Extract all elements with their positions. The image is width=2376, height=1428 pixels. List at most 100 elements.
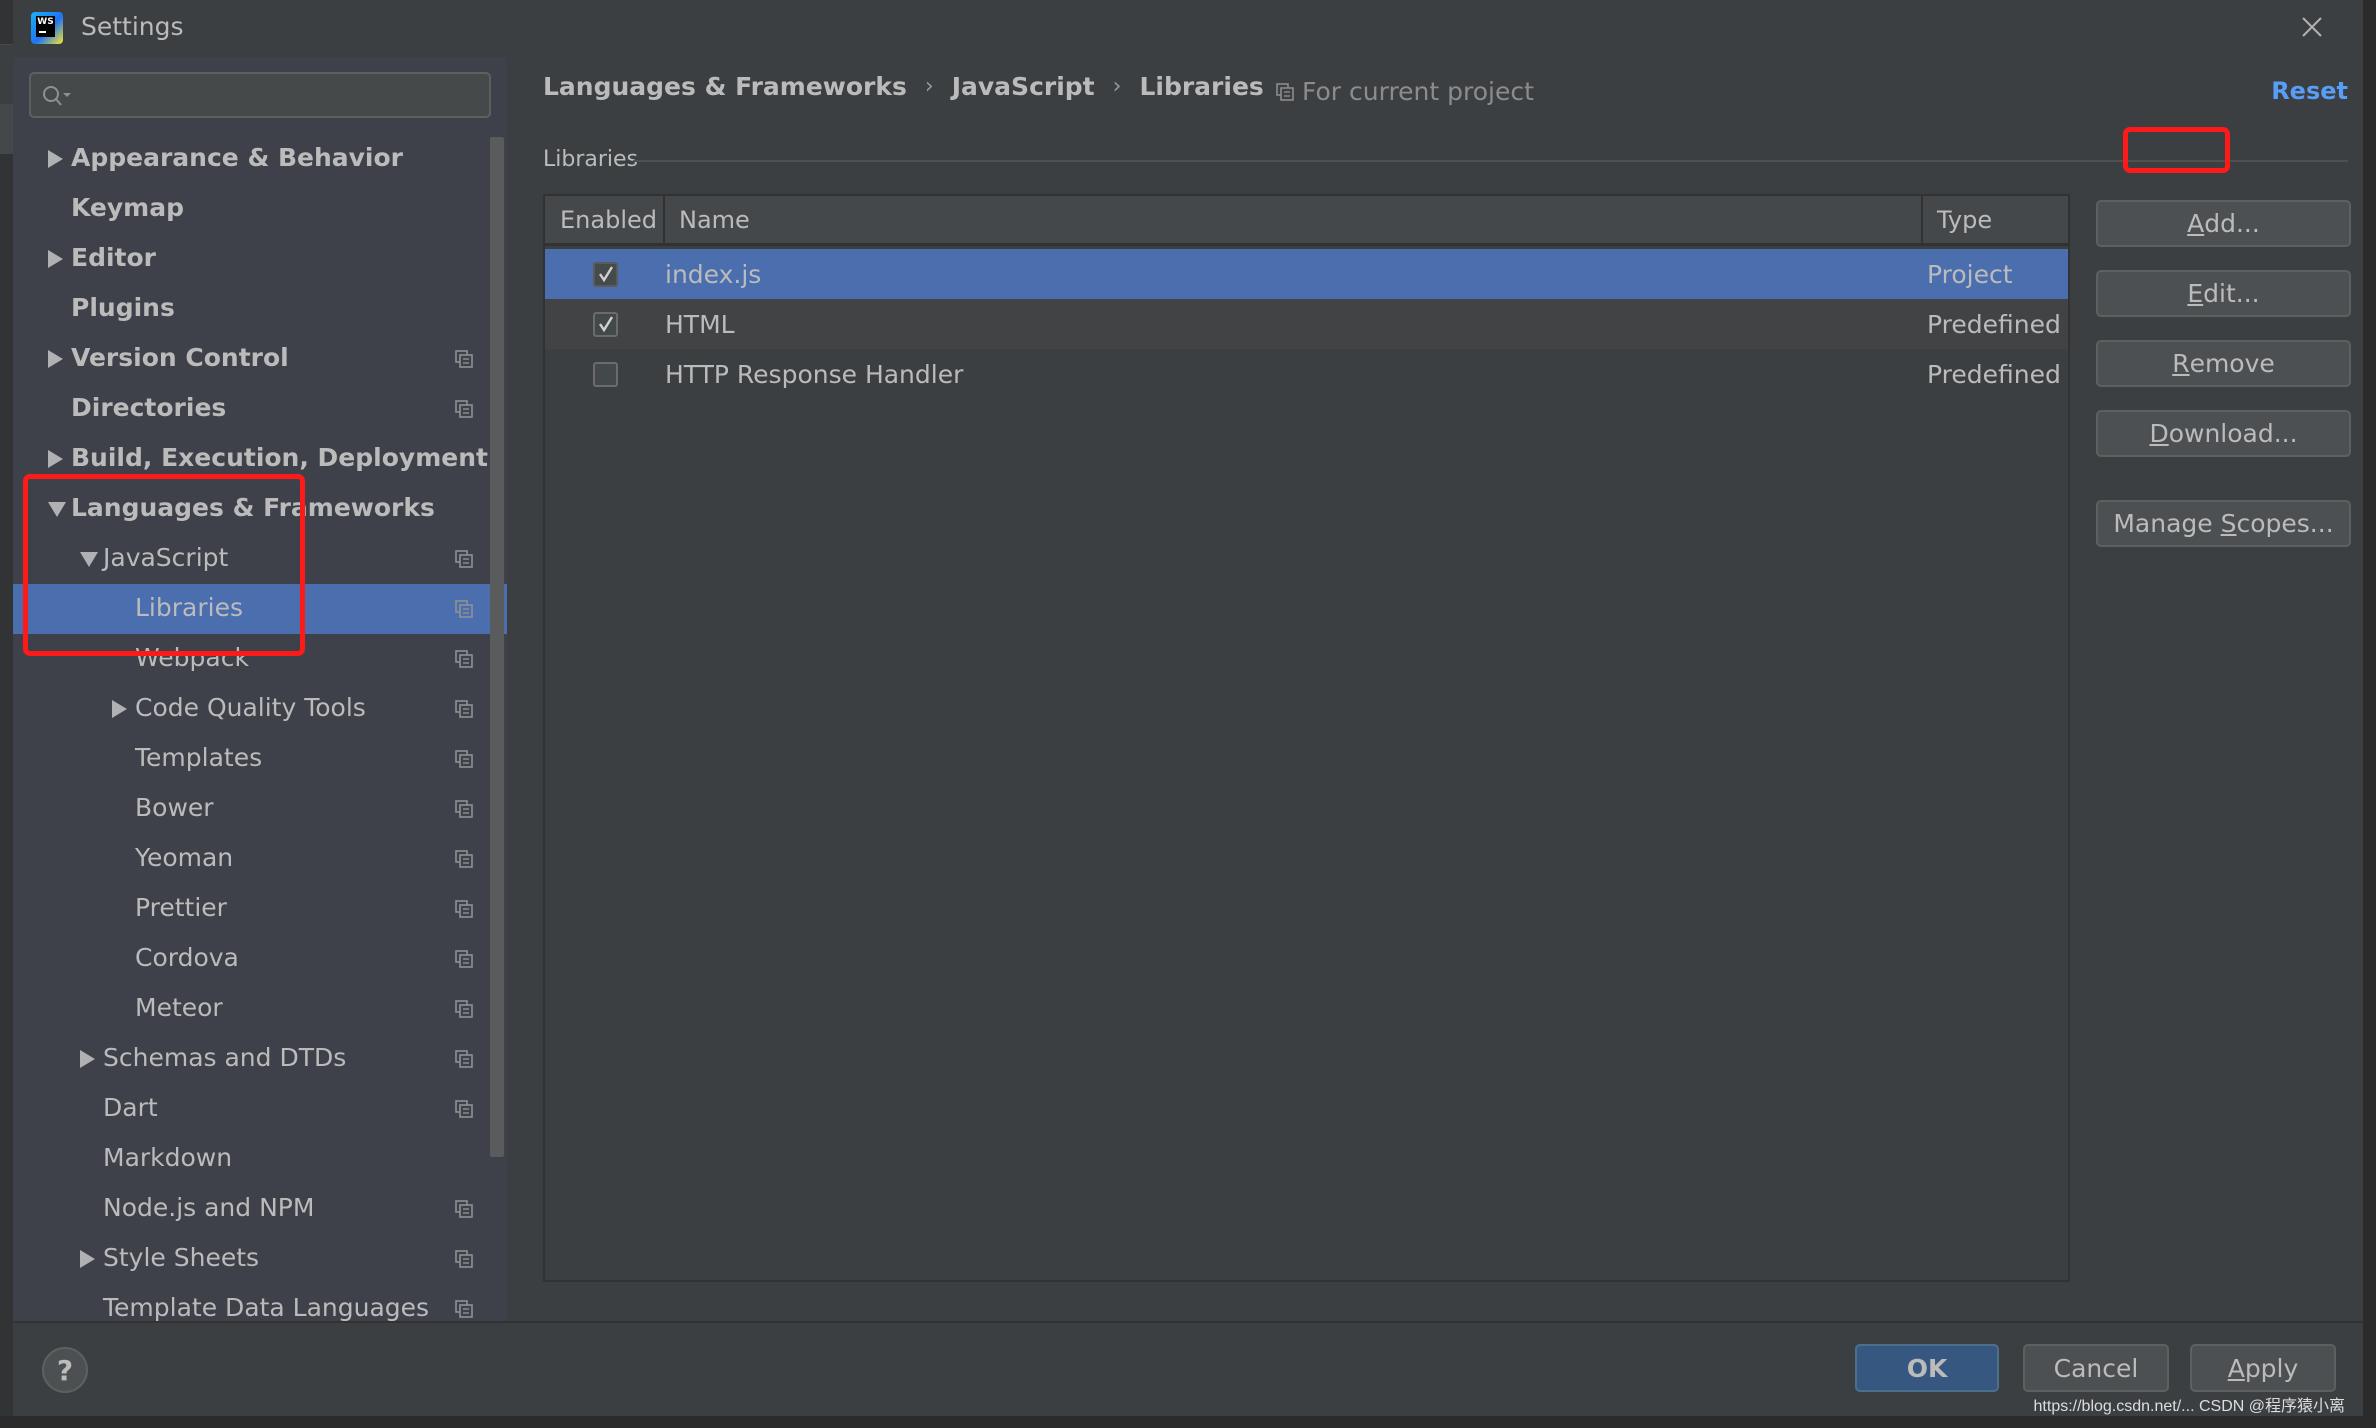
- button-label: ownload...: [2168, 419, 2298, 448]
- sidebar-item-label: Languages & Frameworks: [71, 493, 435, 522]
- sidebar-item-languages-frameworks[interactable]: Languages & Frameworks: [13, 484, 507, 534]
- sidebar-item-template-data-languages[interactable]: Template Data Languages: [13, 1284, 507, 1321]
- sidebar-item-cordova[interactable]: Cordova: [13, 934, 507, 984]
- sidebar-item-appearance-behavior[interactable]: Appearance & Behavior: [13, 134, 507, 184]
- chevron-right-icon[interactable]: [48, 350, 63, 368]
- apply-button[interactable]: Apply: [2190, 1344, 2336, 1392]
- sidebar-item-markdown[interactable]: Markdown: [13, 1134, 507, 1184]
- background-edge-tab: [0, 44, 14, 104]
- sidebar-item-webpack[interactable]: Webpack: [13, 634, 507, 684]
- sidebar-item-label: Schemas and DTDs: [103, 1043, 347, 1072]
- project-scope-icon: [455, 550, 473, 568]
- enabled-checkbox[interactable]: [592, 361, 618, 387]
- chevron-right-icon[interactable]: [112, 700, 127, 718]
- project-scope-icon: [455, 1250, 473, 1268]
- sidebar-item-label: Style Sheets: [103, 1243, 260, 1272]
- search-icon: [43, 86, 71, 106]
- enabled-checkbox[interactable]: [592, 261, 618, 287]
- window-title: Settings: [81, 12, 184, 41]
- table-row[interactable]: HTML Predefined: [545, 299, 2068, 349]
- sidebar-item-label: Markdown: [103, 1143, 233, 1172]
- section-divider: [633, 160, 2348, 162]
- apply-label: pply: [2244, 1353, 2299, 1383]
- sidebar-item-node-js-and-npm[interactable]: Node.js and NPM: [13, 1184, 507, 1234]
- sidebar-item-label: Build, Execution, Deployment: [71, 443, 488, 472]
- sidebar-item-yeoman[interactable]: Yeoman: [13, 834, 507, 884]
- chevron-right-icon[interactable]: [48, 150, 63, 168]
- scope-note: For current project: [1276, 77, 1534, 106]
- sidebar-item-label: Code Quality Tools: [135, 693, 366, 722]
- project-scope-icon: [455, 750, 473, 768]
- project-scope-icon: [455, 700, 473, 718]
- sidebar-item-build-execution-deployment[interactable]: Build, Execution, Deployment: [13, 434, 507, 484]
- checkmark-icon: [598, 265, 613, 282]
- column-header-type[interactable]: Type: [1923, 196, 2068, 243]
- sidebar-scrollbar[interactable]: [490, 137, 504, 1157]
- remove-button[interactable]: Remove: [2096, 340, 2351, 387]
- download-button[interactable]: Download...: [2096, 410, 2351, 457]
- annotation-box-add: [2123, 127, 2230, 173]
- table-row[interactable]: HTTP Response Handler Predefined: [545, 349, 2068, 399]
- scope-note-text: For current project: [1302, 77, 1534, 106]
- chevron-down-icon[interactable]: [48, 502, 66, 517]
- project-scope-icon: [455, 1200, 473, 1218]
- cancel-button[interactable]: Cancel: [2023, 1344, 2169, 1392]
- settings-search[interactable]: [29, 72, 491, 118]
- edit-button[interactable]: Edit...: [2096, 270, 2351, 317]
- chevron-right-icon[interactable]: [48, 450, 63, 468]
- ok-button[interactable]: OK: [1855, 1344, 1999, 1392]
- sidebar-item-directories[interactable]: Directories: [13, 384, 507, 434]
- table-row[interactable]: index.js Project: [545, 249, 2068, 299]
- help-button[interactable]: ?: [42, 1347, 88, 1393]
- button-mnemonic: S: [2220, 509, 2237, 538]
- button-label: copes...: [2236, 509, 2334, 538]
- sidebar-item-dart[interactable]: Dart: [13, 1084, 507, 1134]
- sidebar-item-code-quality-tools[interactable]: Code Quality Tools: [13, 684, 507, 734]
- project-scope-icon: [455, 1050, 473, 1068]
- sidebar-item-label: Directories: [71, 393, 227, 422]
- sidebar-item-style-sheets[interactable]: Style Sheets: [13, 1234, 507, 1284]
- chevron-down-icon[interactable]: [80, 552, 98, 567]
- sidebar-item-prettier[interactable]: Prettier: [13, 884, 507, 934]
- watermark: https://blog.csdn.net/... CSDN @程序猿小离: [2033, 1398, 2345, 1415]
- project-scope-icon: [1276, 82, 1294, 101]
- cell-name: HTTP Response Handler: [665, 359, 964, 389]
- chevron-right-icon[interactable]: [48, 250, 63, 268]
- project-scope-icon: [455, 350, 473, 368]
- project-scope-icon: [455, 800, 473, 818]
- reset-link[interactable]: Reset: [2271, 77, 2348, 105]
- close-button[interactable]: [2299, 14, 2325, 40]
- sidebar-item-version-control[interactable]: Version Control: [13, 334, 507, 384]
- sidebar-item-plugins[interactable]: Plugins: [13, 284, 507, 334]
- project-scope-icon: [455, 1300, 473, 1318]
- sidebar-item-meteor[interactable]: Meteor: [13, 984, 507, 1034]
- sidebar-item-label: Node.js and NPM: [103, 1193, 315, 1222]
- search-input[interactable]: [81, 78, 481, 112]
- sidebar-item-schemas-and-dtds[interactable]: Schemas and DTDs: [13, 1034, 507, 1084]
- sidebar-item-javascript[interactable]: JavaScript: [13, 534, 507, 584]
- table-header: Enabled Name Type: [545, 196, 2068, 246]
- chevron-right-icon[interactable]: [80, 1050, 95, 1068]
- sidebar-item-bower[interactable]: Bower: [13, 784, 507, 834]
- sidebar-item-libraries[interactable]: Libraries: [13, 584, 507, 634]
- close-icon: [2302, 17, 2322, 37]
- column-header-enabled[interactable]: Enabled: [545, 196, 665, 243]
- cancel-label: Cancel: [2053, 1353, 2139, 1383]
- sidebar-item-templates[interactable]: Templates: [13, 734, 507, 784]
- sidebar-item-keymap[interactable]: Keymap: [13, 184, 507, 234]
- enabled-checkbox[interactable]: [592, 311, 618, 337]
- add-button[interactable]: Add...: [2096, 200, 2351, 247]
- breadcrumb-separator-icon: ›: [924, 74, 934, 99]
- sidebar-item-label: Plugins: [71, 293, 175, 322]
- sidebar-item-label: Yeoman: [135, 843, 234, 872]
- button-label: dit...: [2203, 279, 2260, 308]
- chevron-right-icon[interactable]: [80, 1250, 95, 1268]
- manage-scopes-button[interactable]: Manage Scopes...: [2096, 500, 2351, 547]
- sidebar-item-editor[interactable]: Editor: [13, 234, 507, 284]
- project-scope-icon: [455, 400, 473, 418]
- background-edge-tab: [0, 104, 14, 154]
- breadcrumb: Languages & Frameworks › JavaScript › Li…: [543, 72, 1264, 101]
- button-mnemonic: E: [2187, 279, 2204, 308]
- column-header-name[interactable]: Name: [665, 196, 1923, 243]
- project-scope-icon: [455, 1100, 473, 1118]
